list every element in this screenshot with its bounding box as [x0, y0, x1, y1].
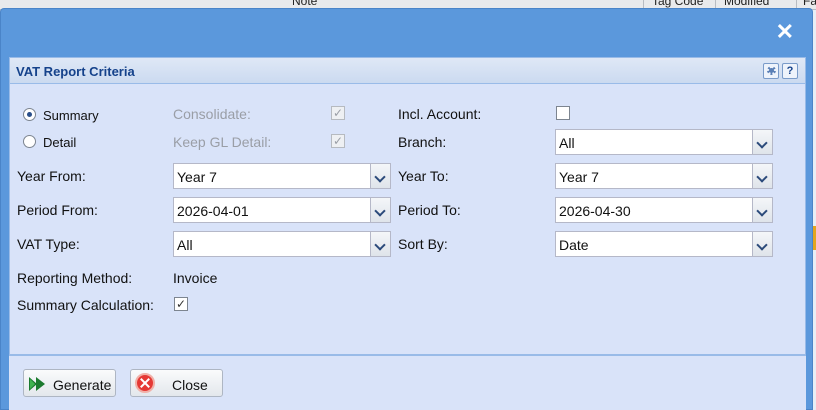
summary-radio[interactable] — [23, 108, 36, 121]
vat-report-dialog: ✕ VAT Report Criteria ? Summary Detail C… — [0, 8, 813, 410]
branch-select-value: All — [559, 135, 575, 151]
dialog-footer: Generate Close — [9, 355, 806, 410]
summary-radio-label[interactable]: Summary — [43, 108, 99, 123]
summary-calculation-checkbox[interactable]: ✓ — [174, 297, 188, 311]
sort-by-select[interactable]: Date — [555, 231, 773, 257]
bg-column-tag-code: Tag Code — [652, 0, 704, 8]
bg-column-fa: Fa — [803, 0, 816, 8]
vat-type-label: VAT Type: — [17, 236, 80, 252]
help-icon[interactable]: ? — [782, 63, 798, 79]
reporting-method-label: Reporting Method: — [17, 270, 133, 286]
vat-type-select[interactable]: All — [173, 231, 391, 257]
year-to-select-value: Year 7 — [559, 169, 599, 185]
close-button[interactable]: Close — [130, 369, 223, 397]
period-from-label: Period From: — [17, 202, 98, 218]
fast-forward-icon — [29, 377, 45, 391]
generate-button-label: Generate — [53, 377, 112, 393]
criteria-panel: VAT Report Criteria ? Summary Detail Con… — [9, 57, 806, 355]
generate-button[interactable]: Generate — [23, 369, 116, 397]
summary-calculation-label: Summary Calculation: — [17, 297, 154, 313]
chevron-down-icon[interactable] — [752, 232, 772, 256]
year-to-select[interactable]: Year 7 — [555, 163, 773, 189]
vat-type-select-value: All — [177, 237, 193, 253]
period-from-select-value: 2026-04-01 — [177, 203, 249, 219]
chevron-down-icon[interactable] — [370, 198, 390, 222]
year-to-label: Year To: — [398, 168, 449, 184]
period-to-select-value: 2026-04-30 — [559, 203, 631, 219]
incl-account-label: Incl. Account: — [398, 106, 482, 122]
detail-radio[interactable] — [23, 135, 36, 148]
close-circle-icon — [135, 373, 155, 393]
period-from-select[interactable]: 2026-04-01 — [173, 197, 391, 223]
detail-radio-label[interactable]: Detail — [43, 135, 76, 150]
keep-gl-detail-checkbox[interactable]: ✓ — [331, 134, 345, 148]
keep-gl-detail-label: Keep GL Detail: — [173, 134, 272, 150]
gear-icon[interactable] — [763, 63, 779, 79]
sort-by-label: Sort By: — [398, 236, 448, 252]
gear-icon-glyph — [766, 66, 776, 75]
consolidate-checkbox[interactable]: ✓ — [331, 106, 345, 120]
branch-label: Branch: — [398, 134, 447, 150]
consolidate-label: Consolidate: — [173, 106, 251, 122]
year-from-select[interactable]: Year 7 — [173, 163, 391, 189]
incl-account-checkbox[interactable] — [556, 106, 570, 120]
close-icon[interactable]: ✕ — [776, 19, 794, 45]
bg-column-note: Note — [292, 0, 318, 8]
chevron-down-icon[interactable] — [370, 232, 390, 256]
chevron-down-icon[interactable] — [752, 164, 772, 188]
period-to-select[interactable]: 2026-04-30 — [555, 197, 773, 223]
chevron-down-icon[interactable] — [752, 198, 772, 222]
bg-column-modified: Modified — [724, 0, 770, 8]
year-from-label: Year From: — [17, 168, 86, 184]
sort-by-select-value: Date — [559, 237, 589, 253]
branch-select[interactable]: All — [555, 129, 773, 155]
panel-title: VAT Report Criteria — [16, 64, 135, 79]
reporting-method-value: Invoice — [173, 270, 218, 286]
period-to-label: Period To: — [398, 202, 461, 218]
panel-header: VAT Report Criteria ? — [10, 58, 805, 84]
year-from-select-value: Year 7 — [177, 169, 217, 185]
chevron-down-icon[interactable] — [370, 164, 390, 188]
chevron-down-icon[interactable] — [752, 130, 772, 154]
close-button-label: Close — [172, 377, 208, 393]
